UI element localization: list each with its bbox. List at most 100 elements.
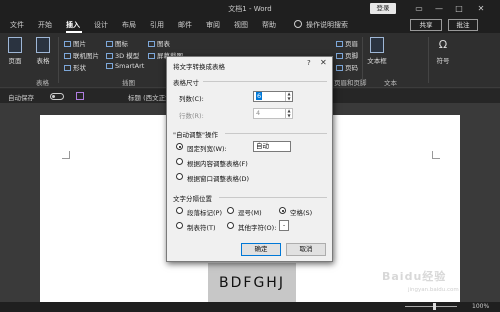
columns-stepper[interactable]: 6 ▲ ▼ xyxy=(253,91,293,102)
table-label: 表格 xyxy=(36,57,50,65)
tab-references[interactable]: 引用 xyxy=(150,20,164,30)
header-label: 页眉 xyxy=(345,40,358,48)
ok-button[interactable]: 确定 xyxy=(241,243,281,256)
omega-icon: Ω xyxy=(438,38,448,51)
pages-button[interactable]: 页面 xyxy=(4,37,26,65)
columns-value: 6 xyxy=(256,92,263,100)
table-icon xyxy=(36,37,50,53)
maximize-icon[interactable]: □ xyxy=(452,2,466,15)
screenshot-icon xyxy=(148,53,155,59)
section-divider xyxy=(203,81,327,82)
selected-document-text[interactable]: BDFGHJ xyxy=(208,263,296,303)
ribbon-divider xyxy=(58,37,59,83)
close-icon[interactable]: ✕ xyxy=(474,2,488,15)
tab-view[interactable]: 视图 xyxy=(234,20,248,30)
dialog-title: 将文字转换成表格 xyxy=(173,63,225,71)
fit-content-label: 根据内容调整表格(F) xyxy=(187,160,248,168)
chart-label: 图表 xyxy=(157,40,170,48)
shapes-button[interactable]: 形状 xyxy=(64,62,86,72)
search-icon[interactable] xyxy=(294,20,302,28)
fixed-width-label: 固定列宽(W): xyxy=(187,145,227,153)
textbox-icon xyxy=(370,37,384,53)
group-label-tables: 表格 xyxy=(36,79,49,87)
picture-icon xyxy=(64,41,71,47)
ribbon-divider xyxy=(428,37,429,83)
spin-arrows-icon: ▲ ▼ xyxy=(285,108,292,118)
smartart-button[interactable]: SmartArt xyxy=(106,62,144,70)
symbol-label: 符号 xyxy=(436,57,450,65)
other-char-input[interactable]: - xyxy=(279,220,289,231)
icons-icon xyxy=(106,41,113,47)
comma-label: 逗号(M) xyxy=(238,209,262,217)
3d-models-button[interactable]: 3D 模型 xyxy=(106,50,139,60)
margin-corner-mark xyxy=(432,151,440,159)
fixed-width-input[interactable]: 自动 xyxy=(253,141,291,152)
status-bar: 100% xyxy=(0,302,500,312)
tab-design[interactable]: 设计 xyxy=(94,20,108,30)
tab-home[interactable]: 开始 xyxy=(38,20,52,30)
autosave-toggle[interactable] xyxy=(50,93,64,100)
page-number-label: 页码 xyxy=(345,64,358,72)
comments-button[interactable]: 批注 xyxy=(448,19,478,31)
icons-label: 图标 xyxy=(115,40,128,48)
ribbon-display-icon[interactable]: ▭ xyxy=(412,2,426,15)
tab-help[interactable]: 帮助 xyxy=(262,20,276,30)
fit-content-radio[interactable] xyxy=(176,158,183,165)
pictures-label: 图片 xyxy=(73,40,86,48)
help-icon[interactable]: ? xyxy=(307,59,311,67)
zoom-level[interactable]: 100% xyxy=(472,303,489,310)
word-window: 文档1 - Word 登录 ▭ — □ ✕ 文件 开始 插入 设计 布局 引用 … xyxy=(0,0,500,312)
tab-insert[interactable]: 插入 xyxy=(66,20,80,30)
smartart-icon xyxy=(106,63,113,69)
space-radio[interactable] xyxy=(279,207,286,214)
rows-stepper: 4 ▲ ▼ xyxy=(253,108,293,119)
icons-button[interactable]: 图标 xyxy=(106,38,128,48)
online-pictures-label: 联机图片 xyxy=(73,52,99,60)
tab-mailings[interactable]: 邮件 xyxy=(178,20,192,30)
zoom-slider-thumb[interactable] xyxy=(433,303,436,310)
zoom-slider[interactable] xyxy=(405,306,457,307)
fit-window-radio[interactable] xyxy=(176,173,183,180)
pages-icon xyxy=(8,37,22,53)
page-number-button[interactable]: 页码 xyxy=(336,62,358,72)
paragraph-radio[interactable] xyxy=(176,207,183,214)
space-label: 空格(S) xyxy=(290,209,313,217)
shapes-label: 形状 xyxy=(73,64,86,72)
table-button[interactable]: 表格 xyxy=(32,37,54,65)
tab-review[interactable]: 审阅 xyxy=(206,20,220,30)
title-bar: 文档1 - Word 登录 ▭ — □ ✕ xyxy=(0,0,500,17)
cancel-button[interactable]: 取消 xyxy=(286,243,326,256)
baidu-watermark: Baidu经验 xyxy=(382,270,447,283)
header-icon xyxy=(336,41,343,47)
pictures-button[interactable]: 图片 xyxy=(64,38,86,48)
comma-radio[interactable] xyxy=(227,207,234,214)
chart-icon xyxy=(148,41,155,47)
columns-label: 列数(C): xyxy=(179,95,204,103)
save-icon[interactable] xyxy=(76,92,84,100)
header-button[interactable]: 页眉 xyxy=(336,38,358,48)
ribbon-divider xyxy=(362,37,363,83)
margin-corner-mark xyxy=(62,151,70,159)
table-size-section-label: 表格尺寸 xyxy=(173,79,199,87)
symbol-button[interactable]: Ω 符号 xyxy=(432,37,454,65)
login-button[interactable]: 登录 xyxy=(370,3,396,14)
paragraph-label: 段落标记(P) xyxy=(187,209,222,217)
tab-file[interactable]: 文件 xyxy=(10,20,24,30)
share-button[interactable]: 共享 xyxy=(410,19,442,31)
textbox-button[interactable]: 文本框 xyxy=(366,37,388,65)
rows-value: 4 xyxy=(256,109,261,117)
footer-icon xyxy=(336,53,343,59)
tab-layout[interactable]: 布局 xyxy=(122,20,136,30)
autosave-label: 自动保存 xyxy=(8,94,34,102)
fixed-width-radio[interactable] xyxy=(176,143,183,150)
fit-window-label: 根据窗口调整表格(D) xyxy=(187,175,250,183)
other-char-radio[interactable] xyxy=(227,222,234,229)
close-icon[interactable]: ✕ xyxy=(320,58,327,67)
online-pictures-button[interactable]: 联机图片 xyxy=(64,50,99,60)
tab-radio[interactable] xyxy=(176,222,183,229)
footer-button[interactable]: 页脚 xyxy=(336,50,358,60)
tell-me-search[interactable]: 操作说明搜索 xyxy=(306,20,348,30)
chart-button[interactable]: 图表 xyxy=(148,38,170,48)
spin-arrows-icon[interactable]: ▲ ▼ xyxy=(285,91,292,101)
minimize-icon[interactable]: — xyxy=(432,2,446,15)
